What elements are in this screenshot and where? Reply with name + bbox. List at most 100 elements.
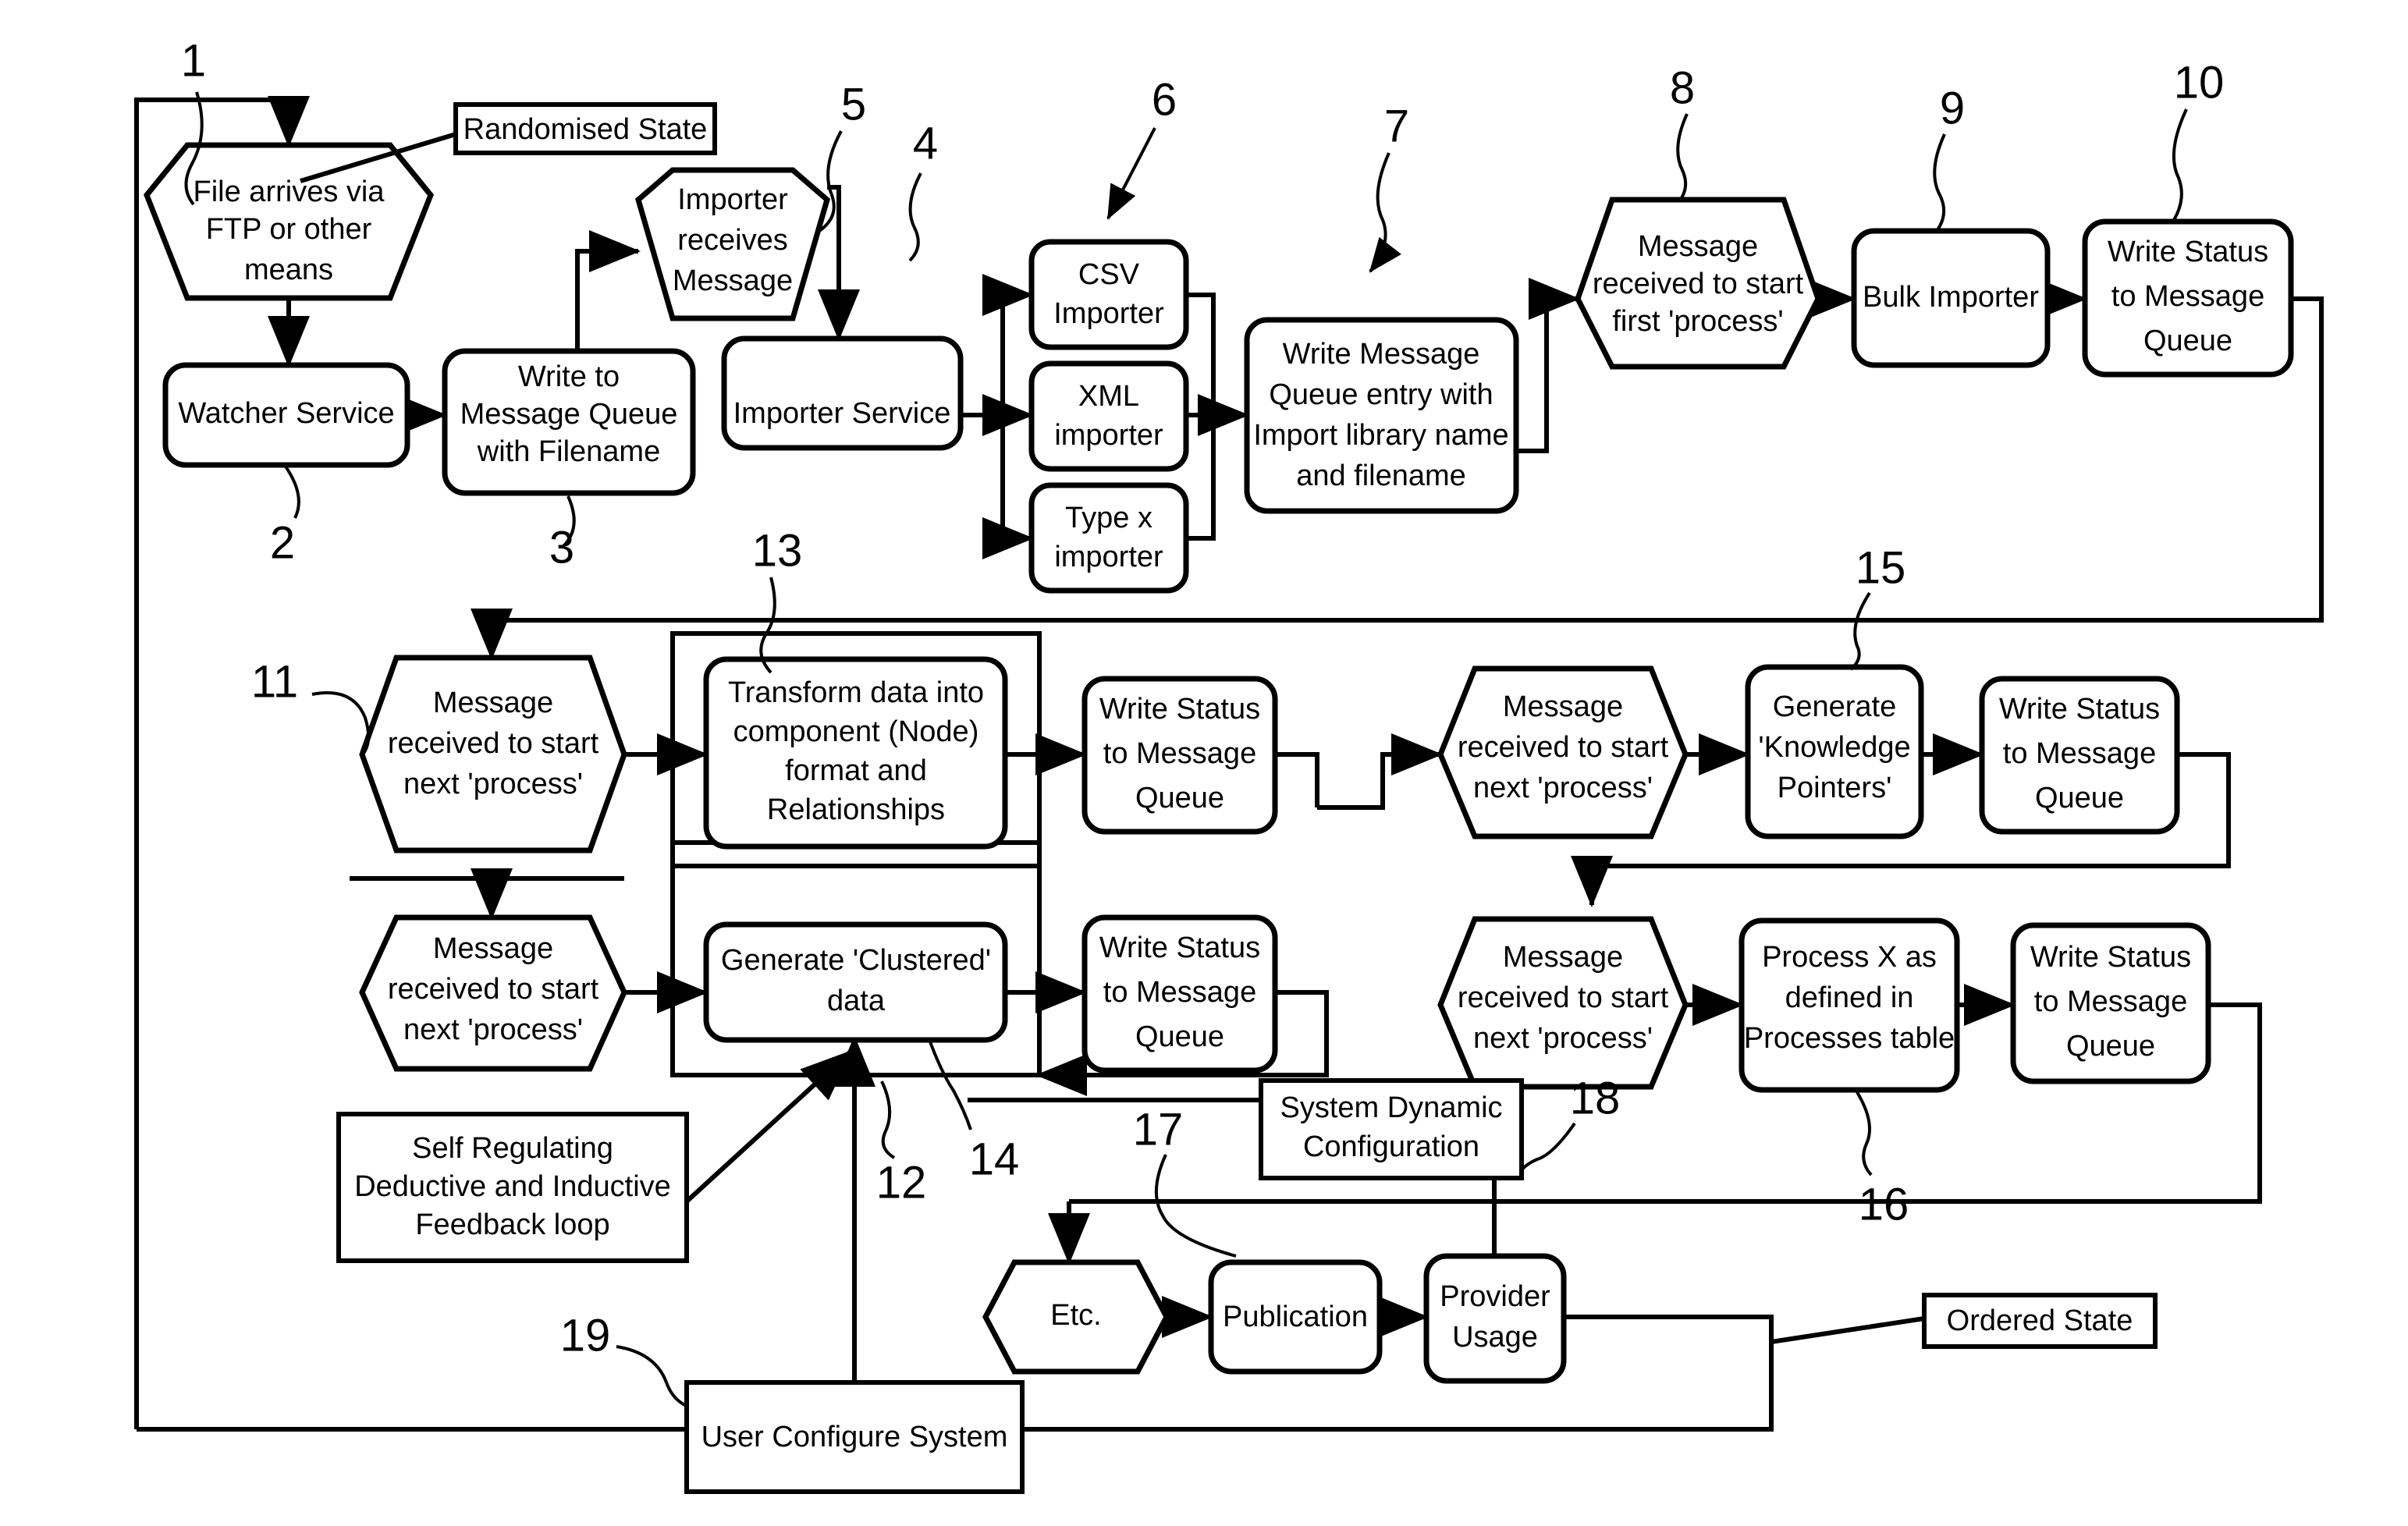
reference-number: 6 [1152, 74, 1177, 125]
node-label-line: to Message [2034, 985, 2187, 1018]
reference-number: 12 [876, 1157, 927, 1208]
node-label-line: received to start [388, 727, 599, 760]
reference-number: 11 [251, 656, 298, 707]
node-message-next-process-4[interactable]: Message received to start next 'process' [1437, 916, 1689, 1090]
node-label-line: FTP or other [206, 213, 372, 246]
node-message-first-process[interactable]: Message received to start first 'process… [1575, 197, 1821, 370]
reference-number: 14 [969, 1134, 1020, 1184]
reference-number: 9 [1940, 83, 1965, 133]
reference-number: 10 [2174, 57, 2225, 108]
node-label-line: next 'process' [403, 768, 583, 800]
node-write-status-2[interactable]: Write Status to Message Queue [1081, 676, 1278, 835]
node-label-line: Process X as [1762, 941, 1937, 974]
node-label-line: to Message [1103, 976, 1256, 1009]
node-bulk-importer[interactable]: Bulk Importer [1851, 228, 2051, 368]
node-label-line: received to start [388, 973, 599, 1006]
node-provider-usage[interactable]: Provider Usage [1423, 1253, 1567, 1384]
node-label-line: Pointers' [1778, 772, 1892, 804]
node-label-line: next 'process' [1473, 1022, 1653, 1055]
node-label-line: first 'process' [1612, 305, 1783, 338]
node-watcher-service[interactable]: Watcher Service [162, 362, 410, 468]
node-label-line: Randomised State [463, 113, 708, 146]
reference-number: 17 [1133, 1104, 1184, 1155]
node-label-line: Message [1503, 941, 1623, 974]
node-message-next-process-3[interactable]: Message received to start next 'process' [1437, 665, 1689, 839]
node-label-line: Queue entry with [1269, 378, 1493, 411]
node-label-line: Importer Service [733, 397, 951, 430]
node-write-mq-entry[interactable]: Write Message Queue entry with Import li… [1244, 317, 1519, 514]
node-label-line: to Message [1103, 737, 1256, 770]
node-label-line: component (Node) [733, 715, 979, 748]
node-label-line: Usage [1452, 1321, 1538, 1354]
node-label-line: Message [433, 932, 553, 965]
node-label-line: with Filename [477, 435, 660, 468]
node-xml-importer[interactable]: XML importer [1028, 360, 1189, 472]
node-process-x[interactable]: Process X as defined in Processes table [1739, 917, 1960, 1093]
node-label-line: Message [1638, 230, 1758, 263]
node-label-line: Write Status [1999, 693, 2160, 726]
node-label-line: Etc. [1050, 1299, 1101, 1332]
node-label-line: importer [1054, 419, 1163, 452]
node-label-line: File arrives via [194, 176, 385, 208]
node-label-line: Self Regulating [412, 1132, 613, 1165]
node-write-status-5[interactable]: Write Status to Message Queue [2010, 922, 2211, 1084]
node-label-line: 'Knowledge [1758, 731, 1910, 764]
node-generate-clustered[interactable]: Generate 'Clustered' data [703, 921, 1008, 1043]
node-importer-receives-message[interactable]: Importer receives Message [635, 167, 830, 321]
node-self-regulating-feedback[interactable]: Self Regulating Deductive and Inductive … [336, 1112, 689, 1263]
node-label-line: importer [1054, 541, 1163, 573]
node-label-line: Processes table [1744, 1022, 1955, 1055]
node-label-line: Watcher Service [178, 397, 394, 430]
node-label-line: Importer [677, 183, 788, 216]
node-label-line: Write Status [1099, 932, 1260, 964]
reference-number: 2 [270, 517, 295, 568]
node-label-line: and filename [1296, 460, 1466, 492]
node-system-dynamic-configuration[interactable]: System Dynamic Configuration [1259, 1078, 1524, 1180]
node-label-line: Write Status [2108, 236, 2268, 268]
node-write-status-4[interactable]: Write Status to Message Queue [1979, 676, 2180, 835]
node-label-line: Type x [1065, 502, 1153, 534]
node-label-line: XML [1078, 380, 1139, 413]
node-label-line: Generate 'Clustered' [721, 944, 991, 977]
reference-number: 18 [1570, 1073, 1621, 1123]
reference-number: 15 [1856, 542, 1906, 593]
reference-number: 5 [841, 79, 866, 130]
reference-number: 13 [752, 525, 803, 576]
node-label-line: Transform data into [728, 676, 984, 709]
node-label-line: data [827, 985, 886, 1017]
node-label-line: Bulk Importer [1863, 281, 2039, 314]
node-typex-importer[interactable]: Type x importer [1028, 482, 1189, 594]
node-label-line: Message Queue [460, 398, 678, 431]
node-importer-service[interactable]: Importer Service [721, 335, 964, 451]
node-etc[interactable]: Etc. [982, 1259, 1170, 1375]
node-label-line: next 'process' [1473, 772, 1653, 804]
node-label-line: Queue [2066, 1030, 2155, 1063]
node-message-next-process-1[interactable]: Message received to start next 'process' [359, 655, 627, 853]
node-write-status-1[interactable]: Write Status to Message Queue [2082, 218, 2294, 378]
node-label-line: received to start [1458, 731, 1669, 764]
node-generate-knowledge-pointers[interactable]: Generate 'Knowledge Pointers' [1745, 664, 1924, 839]
reference-number: 16 [1859, 1179, 1909, 1230]
node-label-line: CSV [1078, 258, 1140, 291]
node-csv-importer[interactable]: CSV Importer [1028, 239, 1189, 350]
node-label-line: Provider [1440, 1280, 1550, 1313]
node-label-line: defined in [1785, 981, 1914, 1014]
node-user-configure-system[interactable]: User Configure System [684, 1380, 1025, 1494]
node-label-line: to Message [2003, 737, 2156, 770]
reference-number: 4 [913, 118, 938, 169]
node-label-line: Import library name [1253, 419, 1508, 452]
node-write-mq-filename[interactable]: Write to Message Queue with Filename [442, 348, 696, 496]
node-publication[interactable]: Publication [1208, 1259, 1383, 1375]
node-write-status-3[interactable]: Write Status to Message Queue [1081, 914, 1278, 1074]
node-label-line: Generate [1773, 690, 1896, 723]
reference-number: 1 [181, 35, 206, 86]
node-label-line: Publication [1223, 1301, 1368, 1333]
node-transform-data[interactable]: Transform data into component (Node) for… [703, 656, 1008, 850]
node-message-next-process-2[interactable]: Message received to start next 'process' [359, 914, 627, 1072]
node-label-line: means [244, 254, 333, 286]
node-label-line: Ordered State [1947, 1304, 2133, 1337]
reference-number: 8 [1670, 62, 1695, 113]
node-label-line: Feedback loop [415, 1208, 609, 1241]
node-label-line: Importer [1053, 297, 1164, 330]
node-ordered-state[interactable]: Ordered State [1922, 1293, 2158, 1349]
